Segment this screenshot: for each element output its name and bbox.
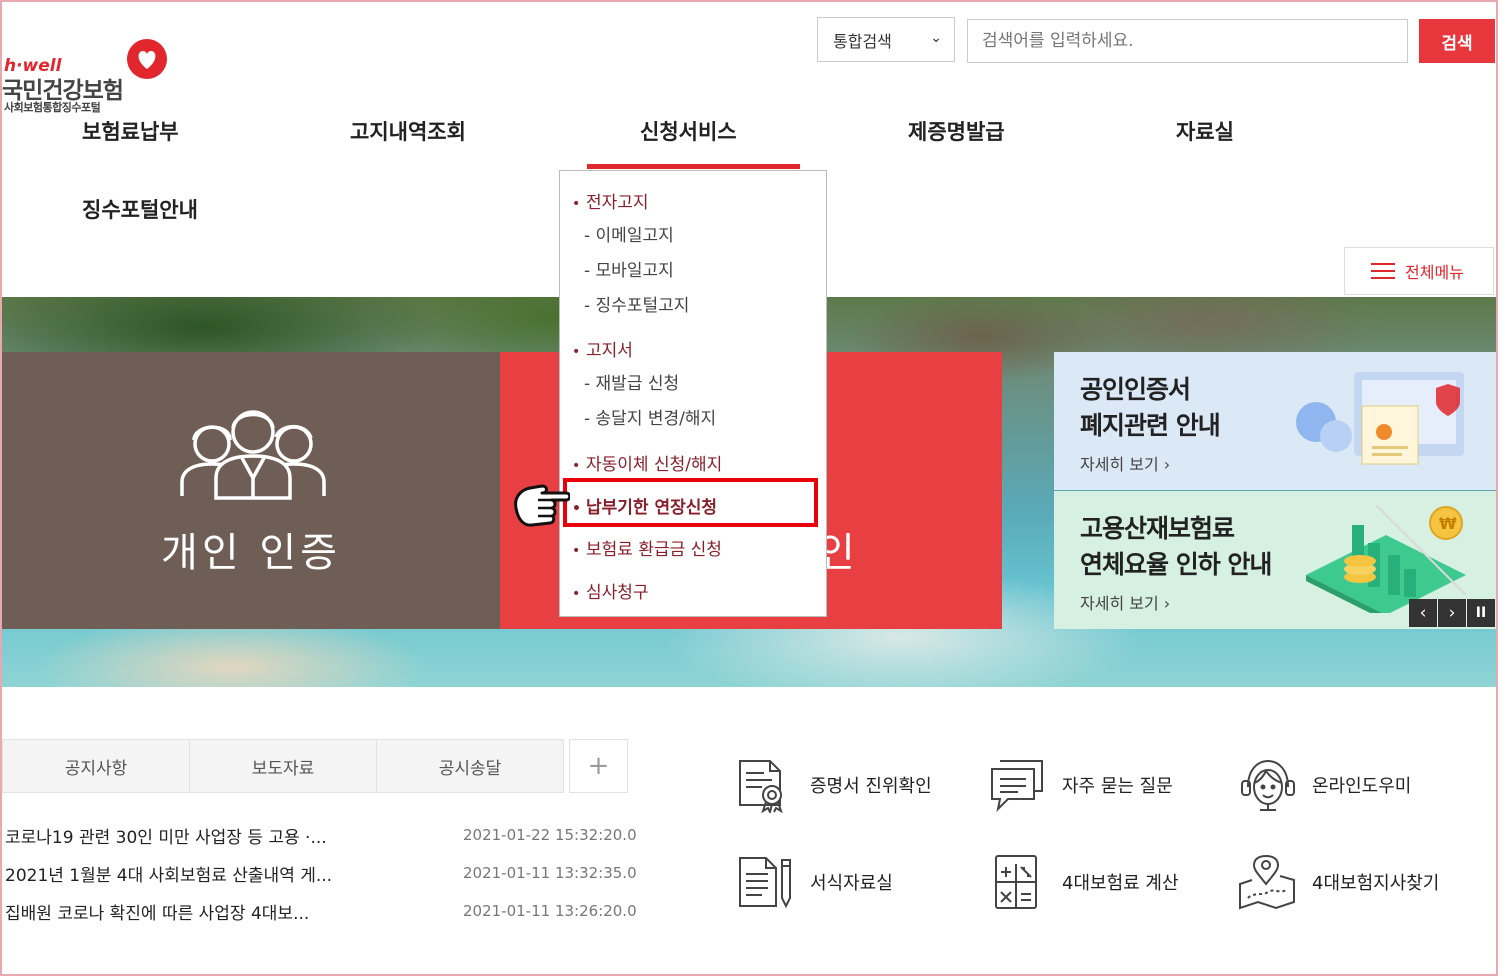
- quicklink-online-helper[interactable]: 온라인도우미: [1238, 757, 1411, 813]
- chevron-down-icon: ⌄: [930, 30, 942, 46]
- quicklink-branch-finder[interactable]: 4대보험지사찾기: [1238, 854, 1439, 910]
- heart-logo-icon: [127, 39, 167, 79]
- personal-auth-tile[interactable]: 개인 인증: [2, 352, 500, 629]
- dropdown-item-auto-transfer[interactable]: • 자동이체 신청/해지: [572, 450, 722, 475]
- people-group-icon: [180, 410, 326, 500]
- notice-item-title[interactable]: 2021년 1월분 4대 사회보험료 산출내역 게...: [5, 861, 332, 886]
- certificate-icon: [739, 760, 783, 813]
- banner-card-more-link[interactable]: 자세히 보기 ›: [1080, 590, 1170, 614]
- tab-press-release[interactable]: 보도자료: [189, 739, 377, 793]
- dropdown-item-review-request[interactable]: • 심사청구: [572, 578, 649, 603]
- calculator-icon: [995, 855, 1037, 909]
- nav-item-payment[interactable]: 보험료납부: [82, 116, 179, 146]
- document-pen-icon: [739, 857, 791, 909]
- notice-item-title[interactable]: 코로나19 관련 30인 미만 사업장 등 고용 ·...: [5, 823, 327, 848]
- dropdown-sub-portal-notice[interactable]: - 징수포털고지: [584, 291, 689, 316]
- slider-pause-button[interactable]: II: [1467, 599, 1495, 627]
- notice-item-title[interactable]: 집배원 코로나 확진에 따른 사업장 4대보...: [5, 899, 309, 924]
- quicklink-label: 서식자료실: [810, 873, 893, 894]
- banner-card-certificate[interactable]: 공인인증서 폐지관련 안내 자세히 보기 ›: [1054, 352, 1496, 490]
- slider-next-button[interactable]: ›: [1438, 599, 1466, 627]
- notice-item-date: 2021-01-11 13:26:20.0: [463, 902, 637, 920]
- dropdown-item-refund-request[interactable]: • 보험료 환급금 신청: [572, 535, 722, 560]
- search-scope-select[interactable]: 통합검색 ⌄: [817, 17, 955, 62]
- all-menu-button[interactable]: 전체메뉴: [1344, 247, 1494, 295]
- tab-notice[interactable]: 공지사항: [2, 739, 190, 793]
- search-scope-value: 통합검색: [833, 31, 892, 51]
- nav-item-notice-inquiry[interactable]: 고지내역조회: [350, 116, 466, 146]
- search-button[interactable]: 검색: [1419, 19, 1495, 63]
- site-logo[interactable]: h·well 국민건강보험 사회보험통합징수포털: [2, 38, 177, 118]
- dropdown-item-e-notice[interactable]: • 전자고지: [572, 188, 649, 213]
- notice-item-date: 2021-01-22 15:32:20.0: [463, 826, 637, 844]
- quicklink-label: 4대보험료 계산: [1062, 873, 1179, 894]
- banner-card-title: 고용산재보험료 연체요율 인하 안내: [1080, 514, 1272, 579]
- quicklink-premium-calculator[interactable]: 4대보험료 계산: [988, 854, 1179, 910]
- personal-auth-label: 개인 인증: [161, 530, 341, 576]
- headset-icon: [1241, 759, 1295, 811]
- highlight-annotation-box: [563, 478, 818, 527]
- hamburger-icon: [1371, 262, 1395, 280]
- nav-item-application-service[interactable]: 신청서비스: [640, 116, 737, 146]
- quicklink-label: 온라인도우미: [1312, 776, 1412, 797]
- tab-more-plus-button[interactable]: +: [569, 739, 628, 793]
- dropdown-item-notice-document[interactable]: • 고지서: [572, 336, 633, 361]
- coins-chart-illustration-icon: ₩: [1306, 505, 1467, 613]
- banner-card-more-link[interactable]: 자세히 보기 ›: [1080, 451, 1170, 475]
- dropdown-sub-mobile-notice[interactable]: - 모바일고지: [584, 256, 674, 281]
- dropdown-sub-reissue[interactable]: - 재발급 신청: [584, 369, 679, 394]
- banner-card-title: 공인인증서 폐지관련 안내: [1080, 375, 1221, 440]
- quicklink-label: 4대보험지사찾기: [1312, 873, 1440, 894]
- pointing-hand-icon: [514, 484, 570, 527]
- quicklink-label: 자주 묻는 질문: [1062, 776, 1173, 797]
- application-service-dropdown: • 전자고지 - 이메일고지 - 모바일고지 - 징수포털고지 • 고지서 - 재발…: [559, 170, 827, 617]
- certificate-illustration-icon: [1296, 372, 1464, 465]
- nav-item-library[interactable]: 자료실: [1176, 116, 1234, 146]
- quicklink-label: 증명서 진위확인: [810, 776, 932, 797]
- all-menu-label: 전체메뉴: [1405, 263, 1464, 282]
- svg-text:₩: ₩: [1439, 514, 1457, 533]
- search-input[interactable]: [967, 19, 1408, 63]
- logo-subtitle: 사회보험통합징수포털: [4, 101, 101, 114]
- slider-prev-button[interactable]: ‹: [1409, 599, 1437, 627]
- nav-item-certificate-issue[interactable]: 제증명발급: [908, 116, 1005, 146]
- quicklink-certificate-verify[interactable]: 증명서 진위확인: [736, 757, 932, 813]
- quicklink-faq[interactable]: 자주 묻는 질문: [988, 757, 1173, 813]
- nav-item-portal-guide[interactable]: 징수포털안내: [82, 194, 198, 224]
- notice-item-date: 2021-01-11 13:32:35.0: [463, 864, 637, 882]
- tab-public-notice[interactable]: 공시송달: [376, 739, 564, 793]
- dropdown-sub-address-change[interactable]: - 송달지 변경/해지: [584, 404, 716, 429]
- chat-icon: [991, 760, 1043, 813]
- nav-active-indicator: [587, 164, 800, 169]
- dropdown-sub-email-notice[interactable]: - 이메일고지: [584, 221, 674, 246]
- map-pin-icon: [1239, 854, 1295, 910]
- quicklink-forms-library[interactable]: 서식자료실: [736, 854, 893, 910]
